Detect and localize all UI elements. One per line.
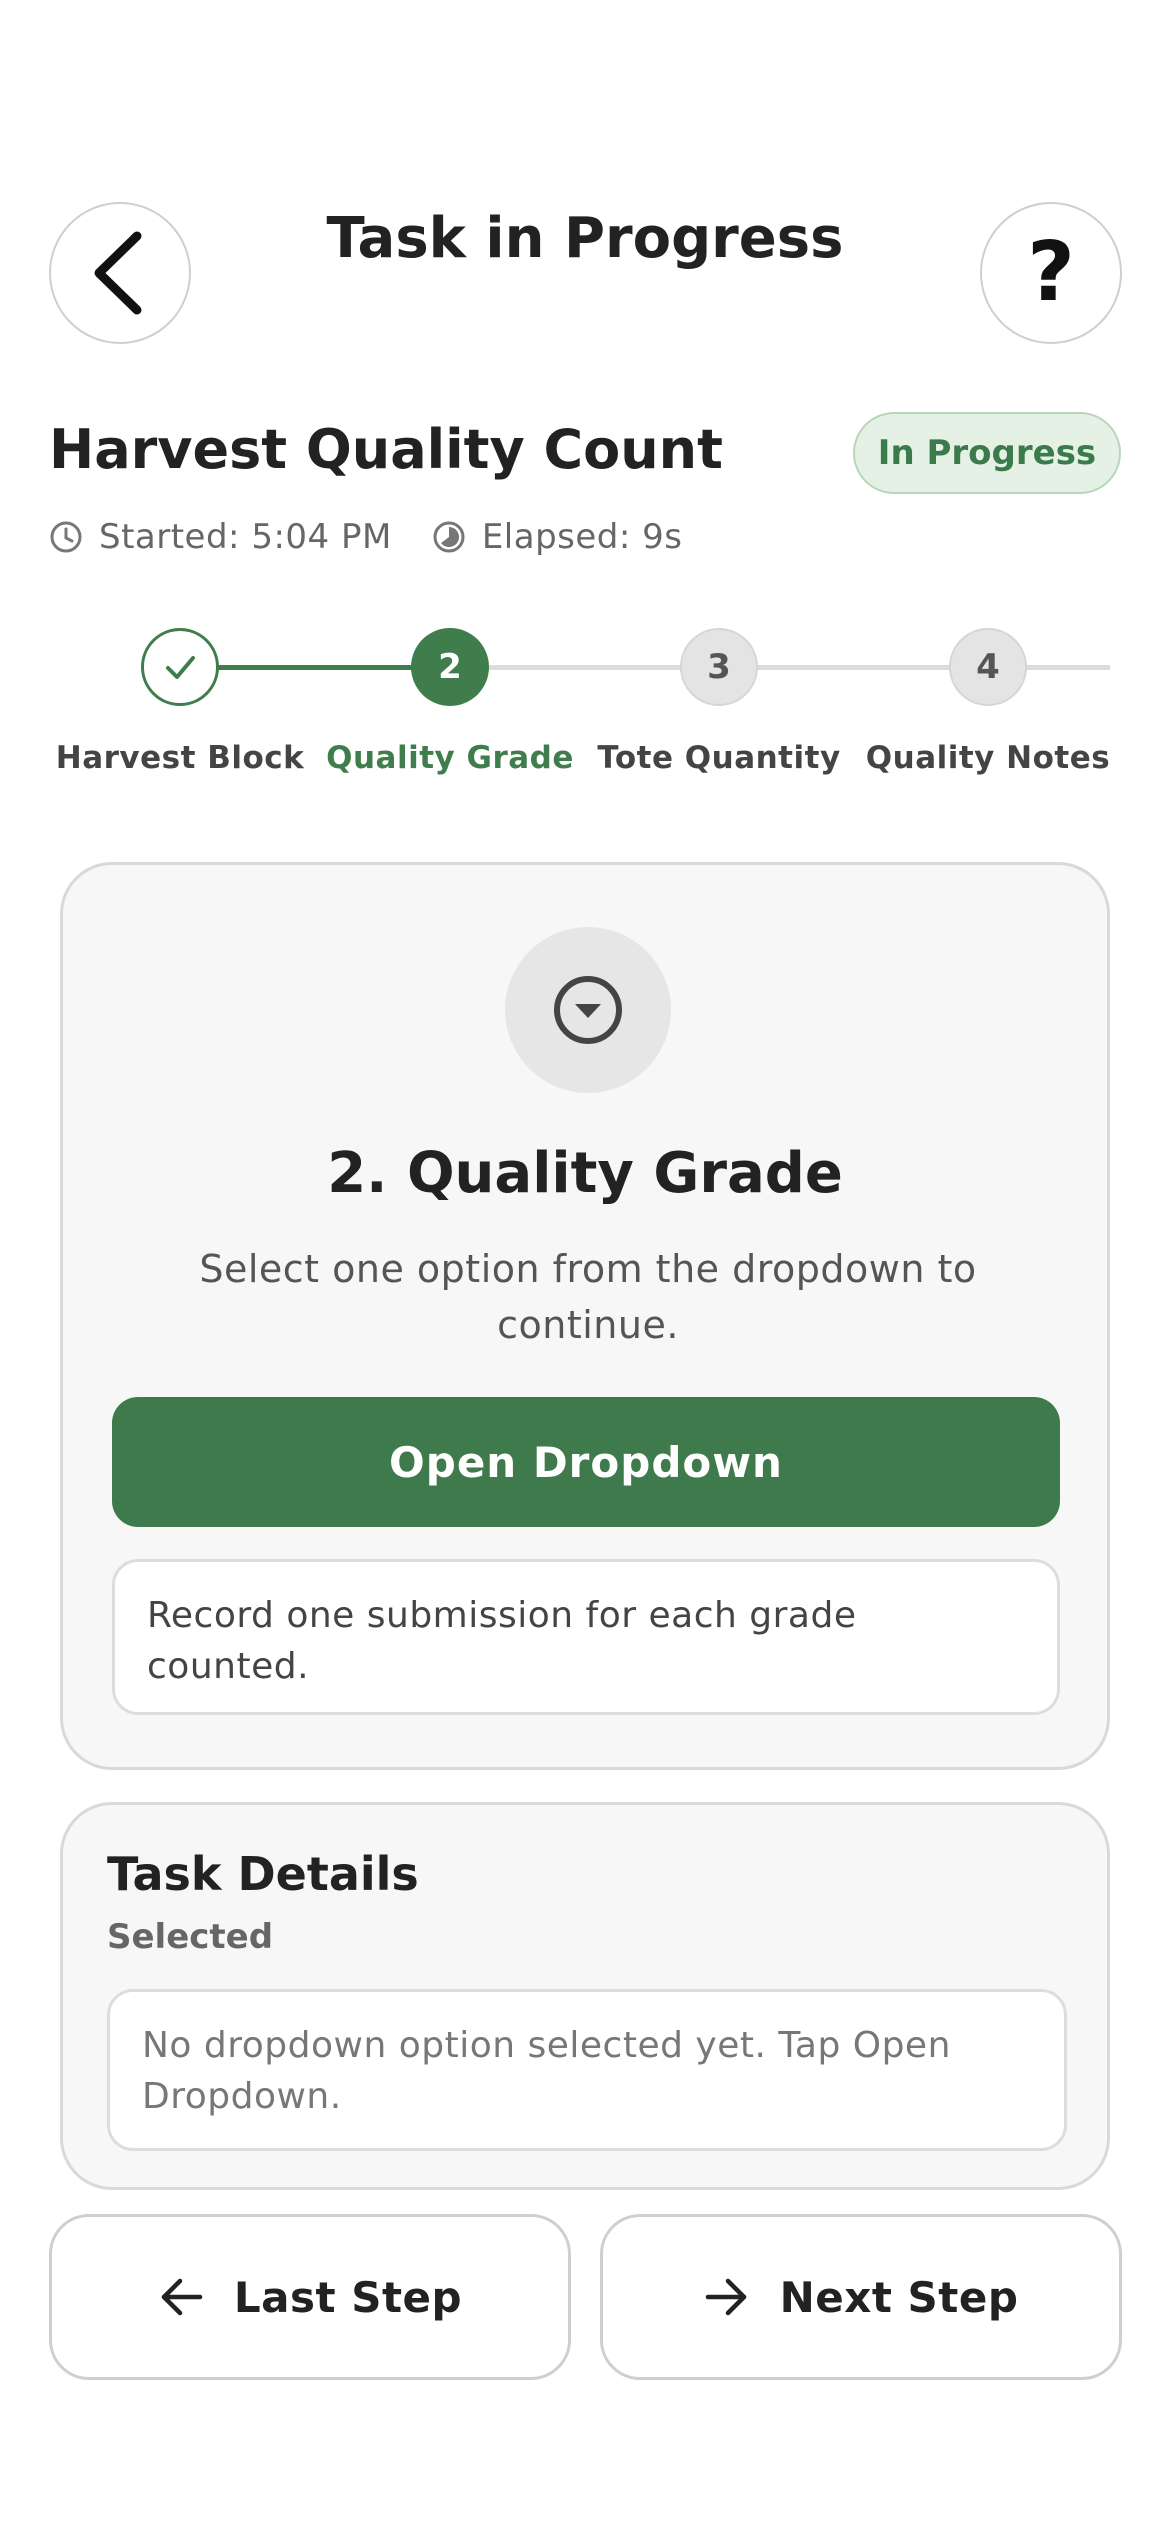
- step-note: Record one submission for each grade cou…: [112, 1559, 1060, 1715]
- step-1-label: Harvest Block: [55, 740, 305, 776]
- last-step-button[interactable]: Last Step: [49, 2214, 571, 2380]
- step-icon-container: [505, 927, 671, 1093]
- clock-icon: [50, 521, 82, 553]
- open-dropdown-button[interactable]: Open Dropdown: [112, 1397, 1060, 1527]
- step-3-dot[interactable]: 3: [680, 628, 758, 706]
- next-step-label: Next Step: [779, 2272, 1019, 2322]
- step-2-label: Quality Grade: [326, 740, 574, 776]
- progress-stepper: 2 3 4 Harvest Block Quality Grade Tote Q…: [0, 624, 1170, 794]
- last-step-label: Last Step: [233, 2272, 463, 2322]
- step-4-dot[interactable]: 4: [949, 628, 1027, 706]
- status-badge: In Progress: [853, 412, 1121, 494]
- task-title: Harvest Quality Count: [49, 418, 723, 481]
- step-1-dot[interactable]: [141, 628, 219, 706]
- help-icon: ?: [1027, 225, 1075, 320]
- next-step-button[interactable]: Next Step: [600, 2214, 1122, 2380]
- started-time: Started: 5:04 PM: [99, 517, 392, 557]
- step-2-dot[interactable]: 2: [411, 628, 489, 706]
- elapsed-time: Elapsed: 9s: [481, 517, 683, 557]
- task-meta: Started: 5:04 PM Elapsed: 9s: [49, 514, 683, 560]
- arrow-left-icon: [161, 2278, 203, 2316]
- step-instructions: Select one option from the dropdown to c…: [199, 1247, 977, 1347]
- selected-label: Selected: [107, 1917, 274, 1957]
- check-icon: [166, 656, 195, 679]
- dropdown-circle-icon: [554, 976, 622, 1044]
- selected-value: No dropdown option selected yet. Tap Ope…: [107, 1989, 1067, 2151]
- step-title: 2. Quality Grade: [327, 1141, 843, 1206]
- step-connector-complete: [180, 665, 450, 670]
- step-3-label: Tote Quantity: [597, 740, 841, 776]
- timer-icon: [433, 521, 465, 553]
- task-details-title: Task Details: [107, 1847, 419, 1901]
- help-button[interactable]: ?: [980, 202, 1122, 344]
- task-screen: Task in Progress ? Harvest Quality Count…: [0, 0, 1170, 2532]
- task-details-card: Task Details Selected No dropdown option…: [60, 1802, 1110, 2190]
- step-card: 2. Quality Grade Select one option from …: [60, 862, 1110, 1770]
- step-4-label: Quality Notes: [865, 740, 1111, 776]
- arrow-right-icon: [705, 2278, 746, 2316]
